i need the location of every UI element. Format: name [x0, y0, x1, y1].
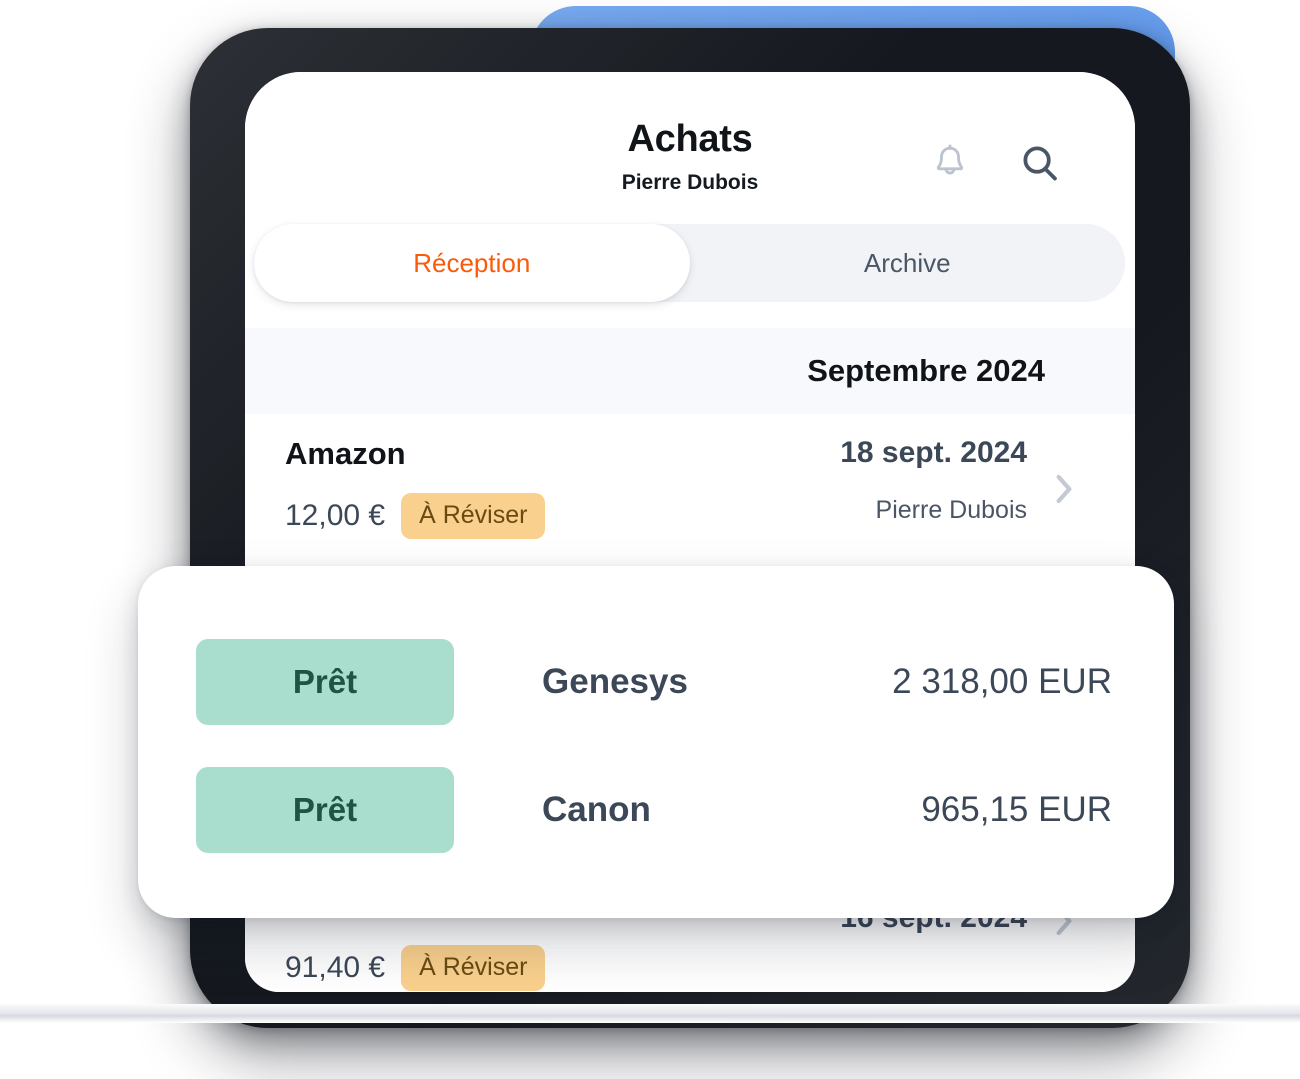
- status-badge: Prêt: [196, 767, 454, 853]
- amount-line: 91,40 € À Réviser: [285, 945, 840, 991]
- amount-value: 965,15 EUR: [921, 790, 1112, 829]
- amount-value: 2 318,00 EUR: [892, 662, 1112, 701]
- table-row-grid: Amazon 12,00 € À Réviser 18 sept. 2024 P…: [245, 438, 1135, 539]
- vendor-name: Canon: [542, 790, 651, 829]
- chevron-right-icon[interactable]: [1041, 473, 1087, 505]
- amount-line: 12,00 € À Réviser: [285, 493, 840, 539]
- vendor-name: Amazon: [285, 436, 406, 471]
- tab-reception[interactable]: Réception: [254, 224, 690, 302]
- bell-icon[interactable]: [933, 144, 967, 182]
- surface-reflection-line: [0, 1004, 1300, 1023]
- transaction-date: 18 sept. 2024: [840, 436, 1027, 469]
- list-item[interactable]: Prêt Genesys 2 318,00 EUR: [138, 618, 1174, 746]
- table-row-right: 18 sept. 2024 Pierre Dubois: [840, 438, 1041, 525]
- screenshot-stage: Achats Pierre Dubois Réception Archive S…: [0, 0, 1300, 1079]
- app-header: Achats Pierre Dubois: [245, 72, 1135, 224]
- month-label: Septembre 2024: [807, 353, 1045, 388]
- status-badge: À Réviser: [401, 493, 546, 539]
- floating-detail-card: Prêt Genesys 2 318,00 EUR Prêt Canon 965…: [138, 566, 1174, 918]
- search-icon[interactable]: [1021, 144, 1059, 182]
- table-row[interactable]: Amazon 12,00 € À Réviser 18 sept. 2024 P…: [245, 414, 1135, 563]
- tab-segmented-control: Réception Archive: [254, 224, 1125, 302]
- header-actions: [933, 144, 1059, 182]
- transaction-owner: Pierre Dubois: [875, 496, 1027, 524]
- list-item[interactable]: Prêt Canon 965,15 EUR: [138, 746, 1174, 874]
- table-row-left: Amazon 12,00 € À Réviser: [285, 438, 840, 539]
- amount-value: 91,40 €: [285, 951, 386, 984]
- tab-archive[interactable]: Archive: [690, 224, 1126, 302]
- vendor-name: Genesys: [542, 662, 688, 701]
- status-badge: À Réviser: [401, 945, 546, 991]
- amount-value: 12,00 €: [285, 499, 386, 532]
- status-badge: Prêt: [196, 639, 454, 725]
- month-band: Septembre 2024: [245, 328, 1135, 414]
